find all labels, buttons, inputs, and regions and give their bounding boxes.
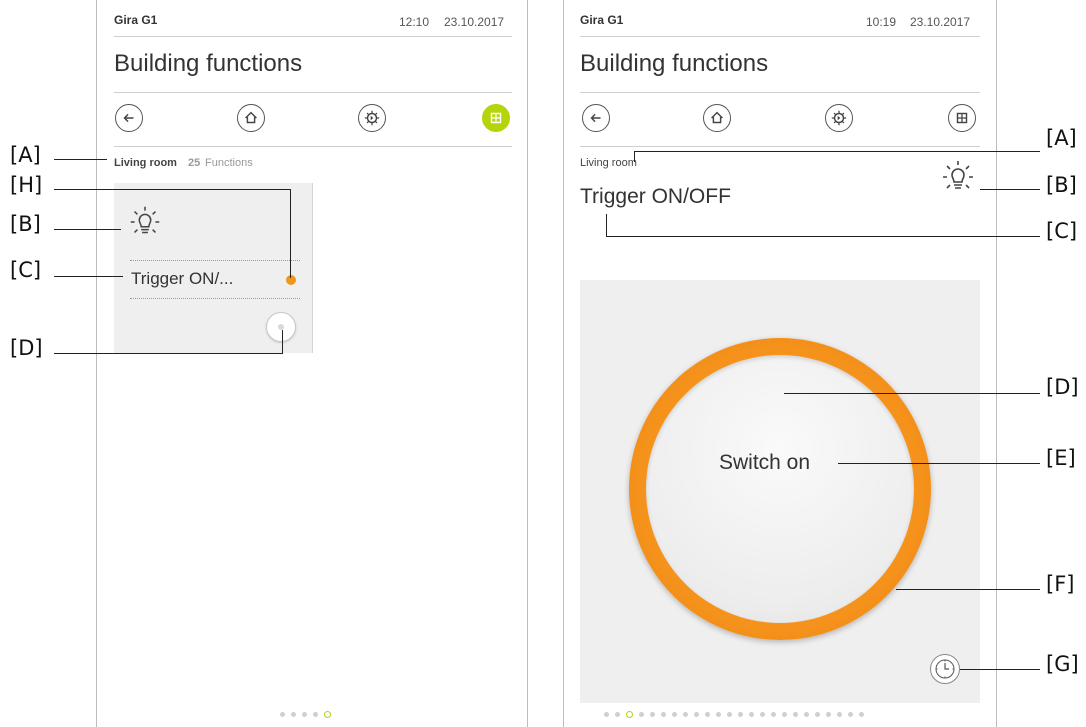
pager-dot[interactable] bbox=[705, 712, 710, 717]
pager-dot[interactable] bbox=[815, 712, 820, 717]
left-grid-button[interactable] bbox=[482, 104, 510, 132]
right-date: 23.10.2017 bbox=[910, 15, 971, 29]
clock-icon bbox=[935, 659, 955, 679]
pager-dot[interactable] bbox=[694, 712, 699, 717]
callout-right-a: [A] bbox=[1046, 126, 1077, 150]
left-time: 12:10 bbox=[399, 15, 430, 29]
pager-dot[interactable] bbox=[604, 712, 609, 717]
pager-dot[interactable] bbox=[615, 712, 620, 717]
switch-button[interactable] bbox=[646, 355, 914, 623]
pager-dot[interactable] bbox=[749, 712, 754, 717]
left-date: 23.10.2017 bbox=[444, 15, 505, 29]
callout-right-c: [C] bbox=[1046, 219, 1078, 243]
back-icon bbox=[123, 113, 134, 123]
back-icon bbox=[590, 113, 601, 123]
right-back-button[interactable] bbox=[582, 104, 610, 132]
pager-dot[interactable] bbox=[760, 712, 765, 717]
right-home-button[interactable] bbox=[703, 104, 731, 132]
pager-dot-current[interactable] bbox=[324, 711, 331, 718]
callout-right-g: [G] bbox=[1046, 652, 1079, 676]
lightbulb-icon bbox=[943, 161, 973, 189]
left-pager[interactable] bbox=[280, 711, 331, 718]
callout-right-e: [E] bbox=[1046, 446, 1076, 470]
pager-dot[interactable] bbox=[302, 712, 307, 717]
home-icon bbox=[711, 111, 723, 124]
pager-dot[interactable] bbox=[859, 712, 864, 717]
callout-right-b: [B] bbox=[1046, 173, 1077, 197]
function-title: Trigger ON/OFF bbox=[580, 185, 731, 208]
grid-icon bbox=[956, 112, 968, 124]
function-tile[interactable]: Trigger ON/... bbox=[114, 183, 313, 353]
left-back-button[interactable] bbox=[115, 104, 143, 132]
pager-dot[interactable] bbox=[672, 712, 677, 717]
pager-dot[interactable] bbox=[639, 712, 644, 717]
pager-dot[interactable] bbox=[683, 712, 688, 717]
pager-dot[interactable] bbox=[793, 712, 798, 717]
status-indicator bbox=[286, 275, 296, 285]
timer-button[interactable] bbox=[930, 654, 960, 684]
left-settings-button[interactable] bbox=[358, 104, 386, 132]
right-grid-button[interactable] bbox=[948, 104, 976, 132]
left-functions-label: Functions bbox=[205, 157, 253, 169]
left-room-label: Living room bbox=[114, 157, 177, 169]
pager-dot[interactable] bbox=[716, 712, 721, 717]
left-function-count: 25 bbox=[188, 157, 201, 169]
pager-dot[interactable] bbox=[804, 712, 809, 717]
pager-dot[interactable] bbox=[771, 712, 776, 717]
callout-right-f: [F] bbox=[1046, 572, 1075, 596]
right-page-title: Building functions bbox=[580, 50, 769, 77]
grid-icon bbox=[490, 112, 502, 124]
right-time: 10:19 bbox=[866, 15, 897, 29]
right-room-label: Living room bbox=[580, 157, 637, 169]
pager-dot[interactable] bbox=[661, 712, 666, 717]
left-app-name: Gira G1 bbox=[114, 13, 158, 27]
right-settings-button[interactable] bbox=[825, 104, 853, 132]
pager-dot[interactable] bbox=[291, 712, 296, 717]
callout-left-c: [C] bbox=[10, 258, 42, 282]
right-app-name: Gira G1 bbox=[580, 13, 624, 27]
pager-dot[interactable] bbox=[782, 712, 787, 717]
left-page-title: Building functions bbox=[114, 50, 303, 77]
callout-left-b: [B] bbox=[10, 212, 41, 236]
switch-label: Switch on bbox=[719, 451, 811, 474]
callout-right-d: [D] bbox=[1046, 375, 1079, 399]
gear-icon bbox=[831, 110, 847, 126]
callout-left-d: [D] bbox=[10, 336, 43, 360]
pager-dot[interactable] bbox=[848, 712, 853, 717]
left-home-button[interactable] bbox=[237, 104, 265, 132]
callout-left-h: [H] bbox=[10, 173, 43, 197]
right-pager[interactable] bbox=[604, 711, 864, 718]
pager-dot[interactable] bbox=[837, 712, 842, 717]
lightbulb-icon bbox=[130, 206, 160, 234]
home-icon bbox=[245, 111, 257, 124]
tile-action-button[interactable] bbox=[266, 312, 296, 342]
pager-dot[interactable] bbox=[313, 712, 318, 717]
pager-dot[interactable] bbox=[738, 712, 743, 717]
callout-left-a: [A] bbox=[10, 143, 41, 167]
pager-dot-current[interactable] bbox=[626, 711, 633, 718]
pager-dot[interactable] bbox=[826, 712, 831, 717]
pager-dot[interactable] bbox=[650, 712, 655, 717]
pager-dot[interactable] bbox=[727, 712, 732, 717]
pager-dot[interactable] bbox=[280, 712, 285, 717]
tile-label: Trigger ON/... bbox=[131, 269, 234, 288]
gear-icon bbox=[364, 110, 380, 126]
